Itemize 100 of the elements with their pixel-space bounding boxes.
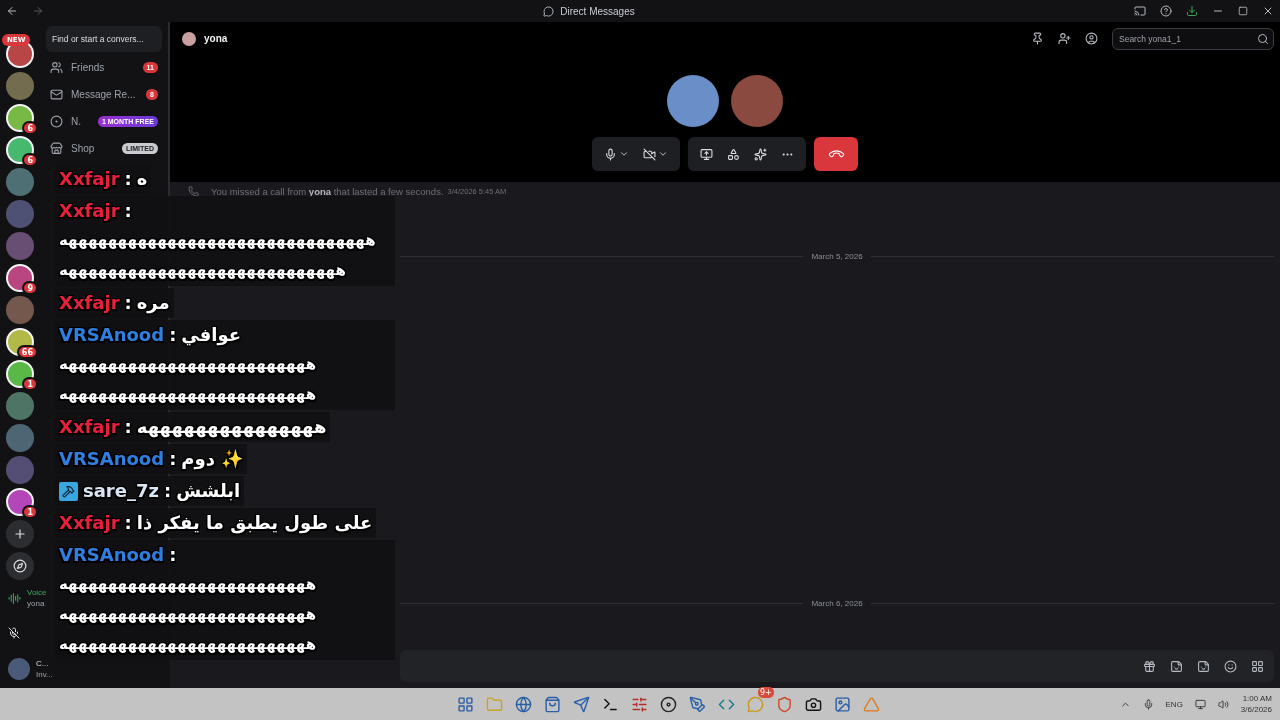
app-badge: 9+ <box>757 687 774 698</box>
colon-text: : <box>169 323 177 347</box>
missed-call-text: You missed a call from yona that lasted a few seconds. <box>211 185 444 197</box>
mic-off-icon[interactable] <box>8 627 20 639</box>
chat-icon <box>747 695 765 713</box>
server-icon[interactable] <box>6 136 34 164</box>
date-divider: March 6, 2026 <box>811 599 863 608</box>
phone-icon <box>188 185 199 197</box>
server-icon[interactable] <box>6 328 34 356</box>
hang-up-button[interactable] <box>814 137 858 171</box>
screen-icon[interactable] <box>1134 5 1146 17</box>
sticker-icon[interactable] <box>1197 659 1210 673</box>
profile-icon[interactable] <box>1085 32 1098 45</box>
chat-username: VRSAnood <box>59 447 165 471</box>
voice-channel: yona <box>27 599 46 608</box>
user-name: C... <box>36 659 50 668</box>
colon-text: : <box>124 167 132 191</box>
dm-name: yona <box>204 33 228 44</box>
colon-text: : <box>124 199 132 223</box>
photo-icon <box>834 695 852 713</box>
taskbar-app[interactable] <box>659 695 678 713</box>
chat-text: هههههههههههههههههههههههههه <box>59 574 318 595</box>
pin-icon[interactable] <box>1031 32 1044 45</box>
chat-username: sare_7z <box>83 479 159 503</box>
chat-username: Xxfajr <box>59 511 120 535</box>
user-status: Inv... <box>36 670 53 679</box>
taskbar-app[interactable] <box>804 695 823 713</box>
colon-text: : <box>163 479 172 503</box>
chat-text: عوافي <box>181 323 242 348</box>
windows-icon <box>457 695 475 713</box>
user-avatar[interactable] <box>8 658 30 680</box>
colon-text: : <box>169 447 177 471</box>
voice-signal-icon <box>8 591 21 605</box>
back-icon[interactable] <box>6 5 18 17</box>
camera-off-icon <box>643 147 656 161</box>
add-server-button[interactable] <box>6 520 34 548</box>
hammer-icon <box>59 481 78 501</box>
user-avatar <box>182 31 196 46</box>
mic-icon[interactable] <box>1142 698 1154 710</box>
compass-icon <box>13 559 27 573</box>
language-indicator[interactable]: ENG <box>1165 699 1183 709</box>
chat-text: مره <box>136 291 170 316</box>
help-icon[interactable] <box>1160 5 1172 17</box>
chat-text: ابلشش <box>176 479 241 503</box>
nav-label: N. <box>71 116 81 127</box>
unread-badge: 9 <box>22 281 38 295</box>
chat-text: هههههههههههههههههههههههههههههههه <box>59 230 377 251</box>
download-icon[interactable] <box>1186 5 1198 17</box>
server-icon[interactable] <box>6 360 34 388</box>
sparkles-icon <box>754 147 767 161</box>
cone-icon <box>863 695 881 713</box>
chat-username: Xxfajr <box>59 415 120 439</box>
unread-badge: 6 <box>22 153 38 167</box>
share-screen-icon <box>700 147 713 161</box>
add-user-icon[interactable] <box>1058 32 1071 45</box>
chat-text: على طول يطبق ما يفكر ذا <box>136 511 373 536</box>
mail-icon <box>50 88 63 101</box>
clock-date: 3/6/2026 <box>1240 705 1272 714</box>
monitor-icon[interactable] <box>1194 698 1206 710</box>
unread-badge: 66 <box>16 345 38 359</box>
apps-icon[interactable] <box>1251 659 1264 673</box>
chat-text: ههههههههههههههههههههههههههههه <box>59 260 347 281</box>
avatar-circle <box>731 75 783 127</box>
shop-icon <box>50 142 63 155</box>
gift-icon[interactable] <box>1143 659 1156 673</box>
search-field[interactable]: Search yona1_1 <box>1112 27 1274 50</box>
store-icon <box>544 695 562 713</box>
chat-username: Xxfajr <box>59 291 120 315</box>
colon-text: : <box>124 291 132 315</box>
discover-button[interactable] <box>6 552 34 580</box>
window-title: Direct Messages <box>560 5 635 17</box>
chat-text: هههههههههههههههههههههههههه <box>59 384 318 405</box>
chat-text: هههههههههههههههههههههههههه <box>59 634 318 655</box>
server-icon[interactable] <box>6 488 34 516</box>
unread-badge: 1 <box>22 505 38 519</box>
record-icon <box>660 695 678 713</box>
colon-text: : <box>169 543 177 567</box>
folder-icon <box>486 695 504 713</box>
close-icon[interactable] <box>1262 5 1274 17</box>
search-icon <box>1257 32 1269 45</box>
chat-username: Xxfajr <box>59 167 120 191</box>
maximize-icon[interactable] <box>1238 6 1248 16</box>
chat-username: VRSAnood <box>59 543 165 567</box>
pen-icon <box>689 695 707 713</box>
volume-icon[interactable] <box>1217 698 1229 710</box>
mic-icon <box>604 147 617 161</box>
emoji-icon[interactable] <box>1224 659 1237 673</box>
camera-icon <box>805 695 823 713</box>
unread-badge: 1 <box>22 377 38 391</box>
shield-icon <box>776 695 794 713</box>
chat-text: هههههههههههههههههههههههههه <box>59 354 318 375</box>
date-divider: March 5, 2026 <box>811 252 863 261</box>
chat-text: هههههههههههههههههههههههههه <box>59 604 318 625</box>
server-icon[interactable] <box>6 264 34 292</box>
chat-text: ه <box>136 167 148 191</box>
server-icon[interactable] <box>6 104 34 132</box>
globe-icon <box>515 695 533 713</box>
find-conversation-button[interactable]: Find or start a convers... <box>46 26 162 52</box>
nav-label: Shop <box>71 143 95 154</box>
chevron-down-icon <box>619 149 629 159</box>
